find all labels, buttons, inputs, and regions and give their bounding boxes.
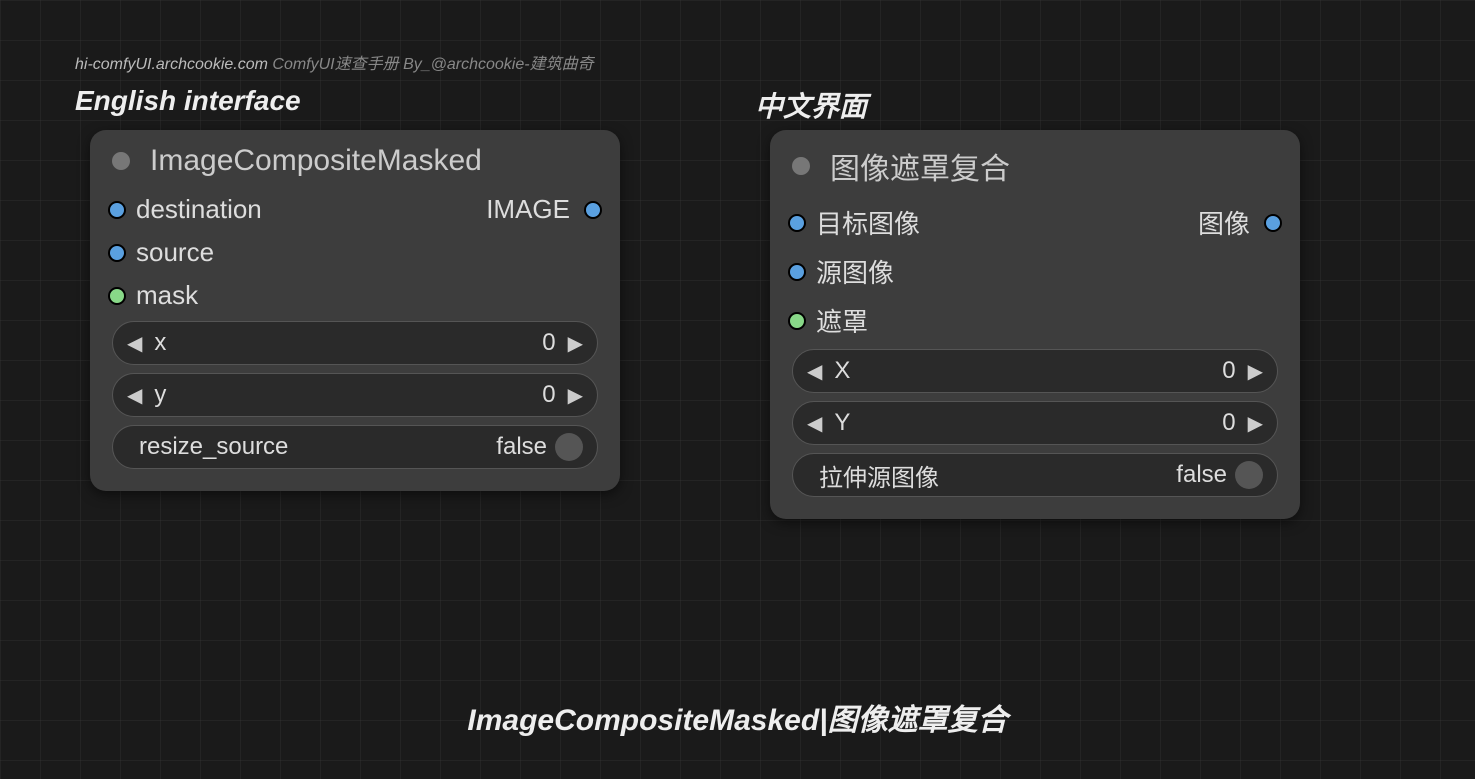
input-row-mask-cn: 遮罩 [770,296,1300,345]
chevron-right-icon[interactable]: ▶ [568,383,583,408]
port-mask-icon[interactable] [108,287,126,305]
input-row-mask-en: mask [90,274,620,317]
resize-source-toggle-en[interactable]: resize_source false [112,425,598,469]
x-stepper-en[interactable]: ◀ x 0 ▶ [112,321,598,365]
node-status-dot-icon [792,157,810,175]
y-stepper-en[interactable]: ◀ y 0 ▶ [112,373,598,417]
y-stepper-label-cn: Y [834,409,850,437]
y-stepper-label-en: y [154,381,166,409]
input-label-destination-en: destination [136,194,262,225]
input-label-source-cn: 源图像 [816,253,894,290]
x-stepper-value-en[interactable]: 0 [166,329,555,357]
chevron-left-icon[interactable]: ◀ [807,359,822,384]
output-label-cn: 图像 [1198,204,1250,241]
chevron-right-icon[interactable]: ▶ [568,331,583,356]
port-output-icon[interactable] [584,201,602,219]
x-stepper-label-en: x [154,329,166,357]
y-stepper-cn[interactable]: ◀ Y 0 ▶ [792,401,1278,445]
node-title-text-en: ImageCompositeMasked [150,144,482,178]
port-destination-icon[interactable] [108,201,126,219]
input-label-source-en: source [136,237,214,268]
input-row-destination-en: destination IMAGE [90,188,620,231]
watermark-rest: ComfyUI速查手册 By_@archcookie-建筑曲奇 [268,56,594,73]
input-label-mask-en: mask [136,280,198,311]
input-row-source-en: source [90,231,620,274]
x-stepper-value-cn[interactable]: 0 [850,357,1235,385]
output-label-en: IMAGE [486,194,570,225]
x-stepper-cn[interactable]: ◀ X 0 ▶ [792,349,1278,393]
input-label-mask-cn: 遮罩 [816,302,868,339]
input-label-destination-cn: 目标图像 [816,204,920,241]
toggle-knob-icon[interactable] [555,433,583,461]
chevron-left-icon[interactable]: ◀ [807,411,822,436]
input-row-destination-cn: 目标图像 图像 [770,198,1300,247]
heading-chinese: 中文界面 [755,85,867,125]
x-stepper-label-cn: X [834,357,850,385]
resize-toggle-label-cn: 拉伸源图像 [819,458,939,493]
toggle-knob-icon[interactable] [1235,461,1263,489]
node-image-composite-masked-cn[interactable]: 图像遮罩复合 目标图像 图像 源图像 遮罩 ◀ X 0 ▶ ◀ Y 0 ▶ 拉伸… [770,130,1300,519]
resize-source-toggle-cn[interactable]: 拉伸源图像 false [792,453,1278,497]
chevron-left-icon[interactable]: ◀ [127,383,142,408]
chevron-right-icon[interactable]: ▶ [1248,411,1263,436]
port-mask-icon[interactable] [788,312,806,330]
port-destination-icon[interactable] [788,214,806,232]
watermark-url: hi-comfyUI.archcookie.com [75,56,268,73]
node-image-composite-masked-en[interactable]: ImageCompositeMasked destination IMAGE s… [90,130,620,491]
port-source-icon[interactable] [788,263,806,281]
y-stepper-value-en[interactable]: 0 [166,381,555,409]
node-title-en[interactable]: ImageCompositeMasked [90,130,620,188]
resize-toggle-label-en: resize_source [139,433,288,461]
port-source-icon[interactable] [108,244,126,262]
resize-toggle-value-cn: false [939,461,1227,489]
heading-english: English interface [75,85,301,117]
port-output-icon[interactable] [1264,214,1282,232]
node-title-text-cn: 图像遮罩复合 [830,144,1010,188]
node-status-dot-icon [112,152,130,170]
watermark-text: hi-comfyUI.archcookie.com ComfyUI速查手册 By… [75,50,594,74]
caption-text: ImageCompositeMasked|图像遮罩复合 [0,695,1475,739]
node-title-cn[interactable]: 图像遮罩复合 [770,130,1300,198]
chevron-left-icon[interactable]: ◀ [127,331,142,356]
chevron-right-icon[interactable]: ▶ [1248,359,1263,384]
input-row-source-cn: 源图像 [770,247,1300,296]
resize-toggle-value-en: false [288,433,547,461]
y-stepper-value-cn[interactable]: 0 [850,409,1235,437]
